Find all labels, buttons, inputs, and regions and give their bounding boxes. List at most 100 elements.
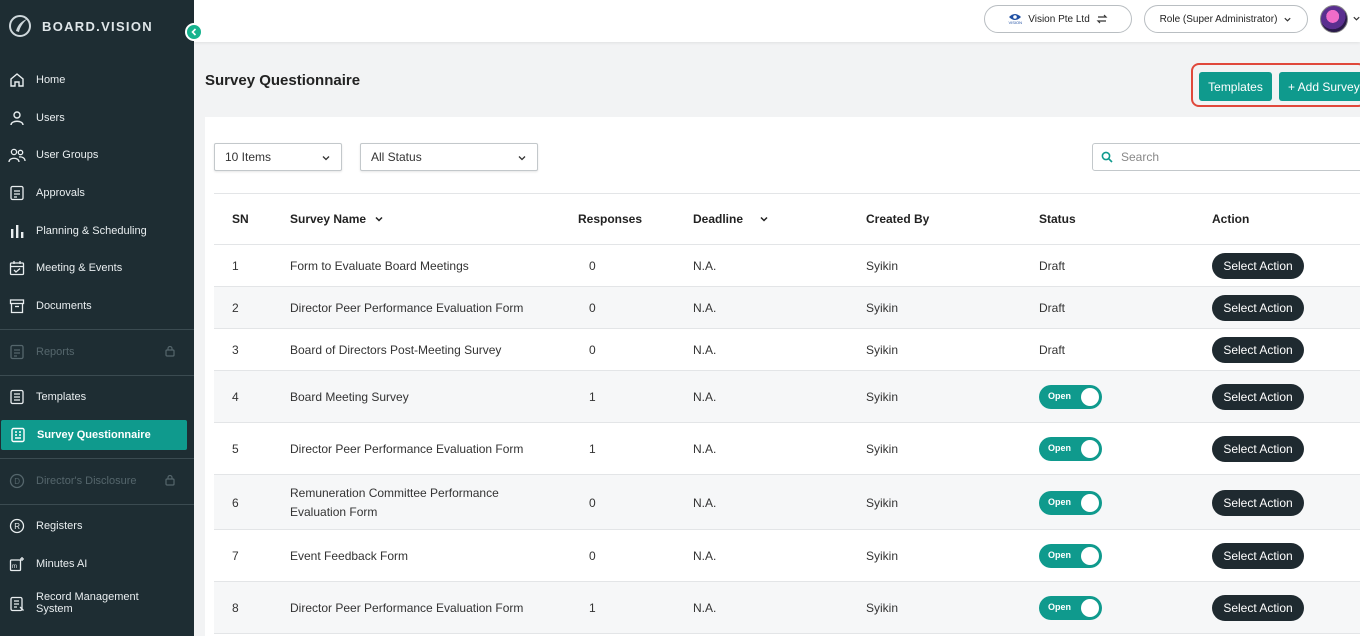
cell-status: Draft: [1039, 259, 1066, 273]
sidebar-item-survey-questionnaire[interactable]: Survey Questionnaire: [1, 420, 187, 450]
sort-chevron-icon[interactable]: [759, 214, 769, 224]
sidebar-collapse-button[interactable]: [185, 23, 203, 41]
brand[interactable]: BOARD.VISION: [8, 14, 153, 38]
calendar-check-icon: [8, 259, 26, 277]
cell-responses: 0: [589, 343, 596, 357]
cell-responses: 0: [589, 259, 596, 273]
items-per-page-value: 10 Items: [225, 150, 272, 164]
table-header: [214, 193, 1360, 245]
role-selector[interactable]: Role (Super Administrator): [1144, 5, 1308, 33]
lock-icon: [164, 345, 176, 360]
cell-sn: 1: [232, 259, 239, 273]
status-filter-select[interactable]: All Status: [360, 143, 538, 171]
cell-responses: 1: [589, 390, 596, 404]
sidebar-item-user-groups[interactable]: User Groups: [0, 146, 194, 164]
items-per-page-select[interactable]: 10 Items: [214, 143, 342, 171]
cell-created-by: Syikin: [866, 343, 899, 357]
sidebar-item-approvals[interactable]: Approvals: [0, 184, 194, 202]
sidebar-item-label: Meeting & Events: [36, 262, 123, 274]
sidebar-item-label: Documents: [36, 300, 92, 312]
status-toggle[interactable]: Open: [1039, 596, 1102, 620]
add-survey-button[interactable]: + Add Survey: [1279, 72, 1360, 101]
sidebar-item-minutes-ai[interactable]: m Minutes AI: [0, 555, 194, 573]
select-action-button[interactable]: Select Action: [1212, 543, 1304, 569]
status-toggle[interactable]: Open: [1039, 544, 1102, 568]
records-icon: [8, 595, 26, 613]
search-input[interactable]: Search: [1092, 143, 1360, 171]
sidebar-item-label: Templates: [36, 391, 87, 403]
select-action-button[interactable]: Select Action: [1212, 337, 1304, 363]
sidebar-item-users[interactable]: Users: [0, 109, 194, 127]
status-toggle-label: Open: [1048, 391, 1072, 401]
sidebar-item-documents[interactable]: Documents: [0, 297, 194, 315]
cell-survey-name: Director Peer Performance Evaluation For…: [290, 600, 524, 615]
column-header-survey-name[interactable]: Survey Name: [290, 212, 384, 226]
chevron-down-icon: [322, 156, 330, 161]
column-header-responses: Responses: [578, 212, 643, 226]
user-icon: [8, 109, 26, 127]
select-action-button[interactable]: Select Action: [1212, 384, 1304, 410]
role-label: Role (Super Administrator): [1159, 13, 1278, 25]
cell-sn: 2: [232, 301, 239, 315]
toggle-knob: [1081, 547, 1099, 565]
cell-status: Draft: [1039, 301, 1066, 315]
sidebar-item-label: Survey Questionnaire: [37, 429, 151, 441]
cell-survey-name: Event Feedback Form: [290, 548, 409, 563]
status-toggle[interactable]: Open: [1039, 490, 1102, 515]
status-toggle[interactable]: Open: [1039, 385, 1102, 409]
sidebar-divider: [0, 375, 194, 376]
status-toggle[interactable]: Open: [1039, 437, 1102, 461]
template-icon: [8, 388, 26, 406]
status-filter-value: All Status: [371, 150, 422, 164]
templates-button[interactable]: Templates: [1199, 72, 1272, 101]
cell-created-by: Syikin: [866, 259, 899, 273]
brand-logo-icon: [9, 15, 31, 37]
column-header-deadline[interactable]: Deadline: [693, 212, 769, 226]
select-action-button[interactable]: Select Action: [1212, 489, 1304, 516]
organization-switcher[interactable]: VISION Vision Pte Ltd: [984, 5, 1132, 33]
sidebar-item-label: Director's Disclosure: [36, 475, 137, 487]
cell-created-by: Syikin: [866, 549, 899, 563]
sort-chevron-icon[interactable]: [374, 214, 384, 224]
registered-icon: R: [8, 517, 26, 535]
sidebar-item-record-management[interactable]: Record Management System: [0, 592, 194, 616]
sidebar-item-label: User Groups: [36, 149, 99, 161]
archive-icon: [8, 297, 26, 315]
svg-text:m: m: [12, 564, 17, 570]
search-icon: [1101, 151, 1113, 163]
svg-text:R: R: [14, 522, 20, 531]
toggle-knob: [1081, 388, 1099, 406]
column-header-label: Deadline: [693, 212, 744, 226]
chevron-down-icon[interactable]: [1352, 14, 1360, 23]
column-header-sn: SN: [232, 212, 249, 226]
sidebar-divider: [0, 329, 194, 330]
search-placeholder: Search: [1121, 150, 1160, 164]
cell-sn: 7: [232, 549, 239, 563]
select-action-button[interactable]: Select Action: [1212, 253, 1304, 279]
sidebar-item-home[interactable]: Home: [0, 71, 194, 89]
svg-text:D: D: [14, 477, 20, 486]
sidebar-item-meeting-events[interactable]: Meeting & Events: [0, 259, 194, 277]
sidebar-item-planning[interactable]: Planning & Scheduling: [0, 222, 194, 240]
cell-survey-name: Remuneration Committee Performance Evalu…: [290, 485, 499, 519]
home-icon: [8, 71, 26, 89]
cell-responses: 0: [589, 495, 596, 510]
sidebar-item-reports: Reports: [0, 343, 194, 361]
select-action-button[interactable]: Select Action: [1212, 595, 1304, 621]
select-action-button[interactable]: Select Action: [1212, 436, 1304, 462]
select-action-button[interactable]: Select Action: [1212, 295, 1304, 321]
top-bar: VISION Vision Pte Ltd Role (Super Admini…: [194, 0, 1360, 42]
sidebar-item-registers[interactable]: R Registers: [0, 517, 194, 535]
cell-created-by: Syikin: [866, 601, 899, 615]
cell-survey-name: Director Peer Performance Evaluation For…: [290, 441, 524, 456]
sidebar-item-templates[interactable]: Templates: [0, 388, 194, 406]
cell-created-by: Syikin: [866, 390, 899, 404]
approvals-icon: [8, 184, 26, 202]
cell-survey-name: Director Peer Performance Evaluation For…: [290, 300, 524, 315]
cell-responses: 1: [589, 601, 596, 615]
sidebar-item-label: Registers: [36, 520, 83, 532]
bar-chart-icon: [8, 222, 26, 240]
cell-sn: 6: [232, 495, 239, 510]
avatar[interactable]: [1320, 5, 1348, 33]
cell-status: Draft: [1039, 343, 1066, 357]
